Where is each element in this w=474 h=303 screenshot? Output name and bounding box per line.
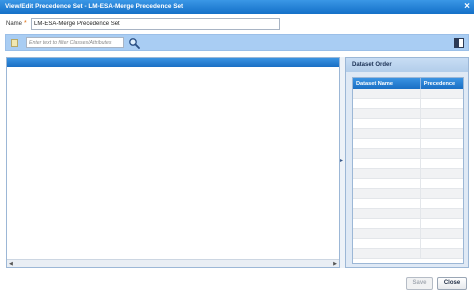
grid-header: Dataset Name Precedence — [353, 78, 463, 89]
window-titlebar: View/Edit Precedence Set - LM-ESA-Merge … — [0, 0, 474, 14]
column-header-precedence[interactable]: Precedence — [421, 78, 463, 89]
dataset-order-panel: Dataset Order Dataset Name Precedence — [345, 57, 469, 268]
classes-tree-panel: ◀ ▶ — [6, 57, 340, 268]
save-button[interactable]: Save — [406, 277, 433, 290]
table-row — [353, 239, 463, 249]
table-row — [353, 219, 463, 229]
filter-toolbar — [5, 34, 469, 51]
table-row — [353, 99, 463, 109]
close-button[interactable]: Close — [437, 277, 467, 290]
dataset-order-title: Dataset Order — [352, 62, 392, 68]
scroll-right-icon[interactable]: ▶ — [333, 261, 337, 267]
scroll-left-icon[interactable]: ◀ — [9, 261, 13, 267]
tree-header — [7, 58, 339, 67]
name-row: Name * — [0, 17, 474, 31]
column-header-dataset-name[interactable]: Dataset Name — [353, 78, 421, 89]
table-row — [353, 119, 463, 129]
table-row — [353, 109, 463, 119]
table-row — [353, 249, 463, 259]
window-title: View/Edit Precedence Set - LM-ESA-Merge … — [5, 3, 184, 10]
table-row — [353, 129, 463, 139]
table-row — [353, 139, 463, 149]
required-marker: * — [24, 20, 27, 27]
dataset-order-header: Dataset Order — [346, 58, 468, 72]
table-row — [353, 229, 463, 239]
table-row — [353, 149, 463, 159]
dataset-order-grid: Dataset Name Precedence — [352, 77, 464, 264]
table-row — [353, 159, 463, 169]
panel-toggle-icon[interactable] — [454, 38, 464, 48]
name-input[interactable] — [31, 18, 280, 30]
table-row — [353, 169, 463, 179]
table-row — [353, 199, 463, 209]
horizontal-scrollbar[interactable]: ◀ ▶ — [7, 259, 339, 267]
table-row — [353, 89, 463, 99]
table-row — [353, 209, 463, 219]
window-close-icon[interactable]: × — [464, 1, 470, 12]
search-icon[interactable] — [128, 37, 140, 49]
table-row — [353, 179, 463, 189]
table-row — [353, 189, 463, 199]
grid-body — [353, 89, 463, 259]
filter-input[interactable] — [26, 37, 124, 48]
name-label: Name — [6, 21, 23, 27]
collapse-arrow-icon[interactable]: ▸ — [340, 157, 343, 164]
note-icon[interactable] — [11, 39, 18, 47]
